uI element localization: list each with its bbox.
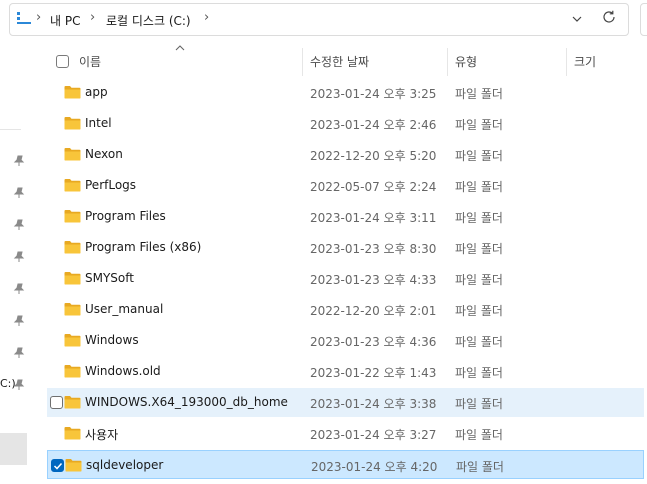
address-bar[interactable]: › 내 PC › 로컬 디스크 (C:) › <box>9 3 629 36</box>
file-type: 파일 폴더 <box>456 460 504 474</box>
sort-ascending-icon <box>175 45 185 51</box>
folder-icon <box>64 117 81 130</box>
table-row[interactable]: Program Files 2023-01-24 오후 3:11 파일 폴더 <box>47 202 644 231</box>
table-row[interactable]: sqldeveloper 2023-01-24 오후 4:20 파일 폴더 <box>47 450 644 479</box>
pin-icon <box>13 379 25 390</box>
file-name: WINDOWS.X64_193000_db_home <box>85 395 288 409</box>
column-header-name[interactable]: 이름 <box>79 53 101 70</box>
chevron-right-icon[interactable]: › <box>90 10 95 25</box>
modified-date: 2022-12-20 오후 2:01 <box>310 304 437 318</box>
folder-icon <box>64 303 81 316</box>
folder-icon <box>64 427 81 440</box>
pin-icon <box>13 251 25 262</box>
pin-icon <box>13 187 25 198</box>
pin-icon <box>13 283 25 294</box>
modified-date: 2023-01-23 오후 8:30 <box>310 242 437 256</box>
modified-date: 2022-12-20 오후 5:20 <box>310 149 437 163</box>
pin-icon <box>13 219 25 230</box>
file-name: Program Files <box>85 209 166 223</box>
modified-date: 2023-01-22 오후 1:43 <box>310 366 437 380</box>
folder-icon <box>65 459 82 472</box>
column-header-size[interactable]: 크기 <box>574 53 596 70</box>
breadcrumb-this-pc[interactable]: 내 PC <box>50 12 80 29</box>
table-row[interactable]: SMYSoft 2023-01-23 오후 4:33 파일 폴더 <box>47 264 644 293</box>
column-header-type[interactable]: 유형 <box>455 53 477 70</box>
file-type: 파일 폴더 <box>455 428 503 442</box>
folder-icon <box>64 179 81 192</box>
modified-date: 2023-01-23 오후 4:36 <box>310 335 437 349</box>
file-name: User_manual <box>85 302 164 316</box>
table-row[interactable]: Intel 2023-01-24 오후 2:46 파일 폴더 <box>47 109 644 138</box>
file-type: 파일 폴더 <box>455 87 503 101</box>
column-header-date[interactable]: 수정한 날짜 <box>310 53 369 70</box>
nav-item-selected[interactable] <box>0 433 27 465</box>
search-box[interactable] <box>640 3 647 36</box>
table-row[interactable]: Windows 2023-01-23 오후 4:36 파일 폴더 <box>47 326 644 355</box>
modified-date: 2023-01-24 오후 2:46 <box>310 118 437 132</box>
modified-date: 2022-05-07 오후 2:24 <box>310 180 437 194</box>
table-row[interactable]: WINDOWS.X64_193000_db_home 2023-01-24 오후 … <box>47 388 644 417</box>
modified-date: 2023-01-24 오후 3:27 <box>310 428 437 442</box>
table-row[interactable]: Windows.old 2023-01-22 오후 1:43 파일 폴더 <box>47 357 644 386</box>
file-name: 사용자 <box>85 428 119 442</box>
chevron-down-icon[interactable] <box>571 13 583 25</box>
column-divider[interactable] <box>302 48 303 76</box>
pin-icon <box>13 347 25 358</box>
file-type: 파일 폴더 <box>455 366 503 380</box>
folder-icon <box>64 86 81 99</box>
file-name: Windows.old <box>85 364 161 378</box>
refresh-icon[interactable] <box>601 9 617 25</box>
folder-icon <box>64 241 81 254</box>
folder-icon <box>64 396 81 409</box>
column-divider[interactable] <box>566 48 567 76</box>
folder-icon <box>64 210 81 223</box>
file-type: 파일 폴더 <box>455 149 503 163</box>
table-row[interactable]: app 2023-01-24 오후 3:25 파일 폴더 <box>47 78 644 107</box>
file-type: 파일 폴더 <box>455 397 503 411</box>
file-name: PerfLogs <box>85 178 137 192</box>
file-type: 파일 폴더 <box>455 242 503 256</box>
table-row[interactable]: 사용자 2023-01-24 오후 3:27 파일 폴더 <box>47 419 644 448</box>
file-name: app <box>85 85 108 99</box>
modified-date: 2023-01-23 오후 4:33 <box>310 273 437 287</box>
file-name: Intel <box>85 116 112 130</box>
nav-divider <box>0 129 21 130</box>
file-name: Windows <box>85 333 139 347</box>
modified-date: 2023-01-24 오후 4:20 <box>311 460 438 474</box>
folder-icon <box>64 334 81 347</box>
breadcrumb-local-disk[interactable]: 로컬 디스크 (C:) <box>106 12 191 29</box>
table-row[interactable]: User_manual 2022-12-20 오후 2:01 파일 폴더 <box>47 295 644 324</box>
select-all-checkbox[interactable] <box>56 55 69 68</box>
pin-icon <box>13 315 25 326</box>
file-type: 파일 폴더 <box>455 118 503 132</box>
column-divider[interactable] <box>447 48 448 76</box>
file-name: Nexon <box>85 147 123 161</box>
this-pc-icon <box>17 12 31 24</box>
row-checkbox[interactable] <box>51 459 64 472</box>
modified-date: 2023-01-24 오후 3:11 <box>310 211 437 225</box>
file-type: 파일 폴더 <box>455 273 503 287</box>
folder-icon <box>64 148 81 161</box>
table-row[interactable]: PerfLogs 2022-05-07 오후 2:24 파일 폴더 <box>47 171 644 200</box>
file-type: 파일 폴더 <box>455 211 503 225</box>
chevron-right-icon[interactable]: › <box>204 10 209 25</box>
modified-date: 2023-01-24 오후 3:25 <box>310 87 437 101</box>
chevron-right-icon: › <box>36 10 42 25</box>
row-checkbox[interactable] <box>50 396 63 409</box>
file-name: sqldeveloper <box>86 458 164 472</box>
pin-icon <box>13 155 25 166</box>
folder-icon <box>64 272 81 285</box>
file-name: Program Files (x86) <box>85 240 202 254</box>
table-row[interactable]: Program Files (x86) 2023-01-23 오후 8:30 파일 … <box>47 233 644 262</box>
file-type: 파일 폴더 <box>455 304 503 318</box>
file-type: 파일 폴더 <box>455 180 503 194</box>
folder-icon <box>64 365 81 378</box>
modified-date: 2023-01-24 오후 3:38 <box>310 397 437 411</box>
table-row[interactable]: Nexon 2022-12-20 오후 5:20 파일 폴더 <box>47 140 644 169</box>
file-name: SMYSoft <box>85 271 134 285</box>
file-type: 파일 폴더 <box>455 335 503 349</box>
